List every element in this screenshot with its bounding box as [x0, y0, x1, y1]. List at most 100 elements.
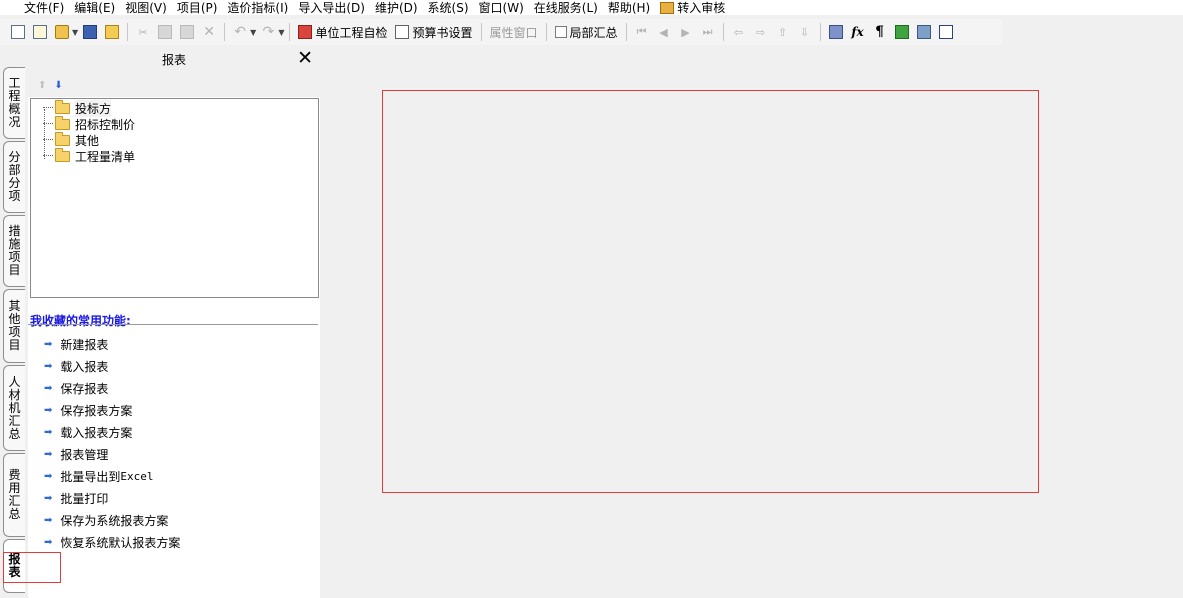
move-left-icon[interactable]: ⇦ [729, 22, 749, 42]
formula-icon[interactable]: fx [848, 22, 868, 42]
panel-header: 报表 ✕ [28, 45, 320, 73]
report-preview-frame [382, 90, 1039, 493]
fav-new-report[interactable]: ➡ 新建报表 [44, 335, 108, 353]
arrow-right-icon: ➡ [44, 338, 53, 350]
paragraph-icon[interactable]: ¶ [870, 22, 890, 42]
tree-item-other[interactable]: 其他 [43, 131, 99, 148]
menu-transfer-audit[interactable]: 转入审核 [655, 1, 730, 15]
menu-edit[interactable]: 编辑(E) [69, 1, 120, 15]
budget-setting-button[interactable]: 预算书设置 [392, 22, 475, 42]
last-record-icon[interactable]: ⏭ [698, 22, 718, 42]
fav-load-report[interactable]: ➡ 载入报表 [44, 357, 108, 375]
redo-icon[interactable]: ↷ [258, 22, 278, 42]
undo-dropdown-icon[interactable]: ▼ [250, 28, 256, 37]
undo-icon[interactable]: ↶ [230, 22, 250, 42]
move-down-icon[interactable]: ⇩ [795, 22, 815, 42]
new-document-icon[interactable] [8, 22, 28, 42]
local-summary-button[interactable]: 局部汇总 [552, 22, 621, 42]
folder-icon[interactable] [102, 22, 122, 42]
tab-labor-material-summary[interactable]: 人材机汇总 [3, 365, 25, 451]
menu-import-export[interactable]: 导入导出(D) [293, 1, 370, 15]
next-record-icon[interactable]: ▶ [676, 22, 696, 42]
report-panel: 报表 ✕ ⬆ ⬇ 投标方 招标控制价 其他 工程量清单 我收藏的常用功能: ➡ … [28, 45, 325, 598]
arrow-right-icon: ➡ [44, 360, 53, 372]
tab-other-items[interactable]: 其他项目 [3, 289, 25, 363]
cut-icon[interactable]: ✂ [133, 22, 153, 42]
tree-item-tender-control-price[interactable]: 招标控制价 [43, 115, 135, 132]
menu-file[interactable]: 文件(F) [0, 1, 69, 15]
fav-load-report-scheme[interactable]: ➡ 载入报表方案 [44, 423, 132, 441]
menu-view[interactable]: 视图(V) [120, 1, 172, 15]
favorites-divider [28, 324, 318, 325]
property-window-label: 属性窗口 [489, 25, 538, 40]
previous-record-icon[interactable]: ◀ [654, 22, 674, 42]
tree-item-bidder[interactable]: 投标方 [43, 99, 112, 117]
menu-bar: 文件(F) 编辑(E) 视图(V) 项目(P) 造价指标(I) 导入导出(D) … [0, 0, 1183, 15]
report-tree: 投标方 招标控制价 其他 工程量清单 [30, 98, 319, 298]
fav-batch-print[interactable]: ➡ 批量打印 [44, 489, 108, 507]
move-up-arrow-icon[interactable]: ⬆ [38, 80, 46, 91]
tree-item-bill-of-quantities[interactable]: 工程量清单 [43, 147, 135, 164]
local-summary-checkbox[interactable] [554, 26, 567, 38]
move-down-arrow-icon[interactable]: ⬇ [54, 80, 62, 91]
delete-icon[interactable]: ✕ [199, 22, 219, 42]
arrow-right-icon: ➡ [44, 426, 53, 438]
menu-project[interactable]: 项目(P) [172, 1, 223, 15]
menu-window[interactable]: 窗口(W) [474, 1, 529, 15]
arrow-right-icon: ➡ [44, 492, 53, 504]
report-tab-highlight [3, 552, 61, 583]
fav-save-report[interactable]: ➡ 保存报表 [44, 379, 108, 397]
toolbar-separator [289, 23, 291, 41]
redo-dropdown-icon[interactable]: ▼ [278, 28, 284, 37]
toolbar-separator [819, 23, 821, 41]
tab-cost-summary[interactable]: 费用汇总 [3, 453, 25, 537]
paste-icon[interactable] [177, 22, 197, 42]
folder-icon [55, 99, 70, 114]
self-check-icon [298, 25, 313, 39]
favorites-section: 我收藏的常用功能: ➡ 新建报表 ➡ 载入报表 ➡ 保存报表 ➡ 保存报表方案 ➡ 载入报… [28, 308, 320, 598]
property-window-button[interactable]: 属性窗口 [487, 22, 541, 42]
tab-sub-items[interactable]: 分部分项 [3, 141, 25, 213]
move-right-icon[interactable]: ⇨ [751, 22, 771, 42]
audit-icon [660, 1, 675, 14]
close-icon[interactable]: ✕ [297, 48, 313, 68]
folder-icon [55, 131, 70, 146]
list-icon[interactable] [936, 22, 956, 42]
first-record-icon[interactable]: ⏮ [632, 22, 652, 42]
panel-title: 报表 [161, 52, 186, 67]
save-disk-icon[interactable] [80, 22, 100, 42]
toolbar-separator [625, 23, 627, 41]
fav-save-report-scheme[interactable]: ➡ 保存报表方案 [44, 401, 132, 419]
budget-setting-label: 预算书设置 [412, 25, 473, 40]
toolbar-separator [224, 23, 226, 41]
arrow-right-icon: ➡ [44, 448, 53, 460]
fav-report-management[interactable]: ➡ 报表管理 [44, 445, 108, 463]
favorites-title: 我收藏的常用功能: [30, 314, 131, 328]
open-folder-icon[interactable] [52, 22, 72, 42]
toolbar-separator [480, 23, 482, 41]
menu-maintenance[interactable]: 维护(D) [370, 1, 423, 15]
fav-batch-export-excel[interactable]: ➡ 批量导出到 Excel [44, 467, 154, 485]
menu-system[interactable]: 系统(S) [423, 1, 474, 15]
new-from-template-icon[interactable] [30, 22, 50, 42]
menu-help[interactable]: 帮助(H) [603, 1, 655, 15]
report-image-icon[interactable] [914, 22, 934, 42]
vertical-tab-strip: 工程概况 分部分项 措施项目 其他项目 人材机汇总 费用汇总 报表 [0, 45, 28, 598]
tree-order-bar: ⬆ ⬇ [28, 73, 320, 97]
unit-project-self-check-button[interactable]: 单位工程自检 [295, 22, 390, 42]
tab-measure-items[interactable]: 措施项目 [3, 215, 25, 287]
menu-online-service[interactable]: 在线服务(L) [529, 1, 603, 15]
fav-save-as-system-scheme[interactable]: ➡ 保存为系统报表方案 [44, 511, 168, 529]
edit-pen-icon [395, 25, 410, 39]
menu-cost-index[interactable]: 造价指标(I) [222, 1, 293, 15]
move-up-icon[interactable]: ⇧ [773, 22, 793, 42]
cube-icon[interactable] [892, 22, 912, 42]
toolbar: ▼ ✂ ✕ ↶ ▼ ↷ ▼ 单位工程自检 预算书设置 属性窗口 局部汇总 ⏮ ◀… [0, 19, 1002, 45]
calculator-icon[interactable] [826, 22, 846, 42]
copy-icon[interactable] [155, 22, 175, 42]
arrow-right-icon: ➡ [44, 470, 53, 482]
fav-restore-default-scheme[interactable]: ➡ 恢复系统默认报表方案 [44, 533, 180, 551]
open-dropdown-icon[interactable]: ▼ [72, 28, 78, 37]
toolbar-separator [722, 23, 724, 41]
tab-project-overview[interactable]: 工程概况 [3, 67, 25, 139]
